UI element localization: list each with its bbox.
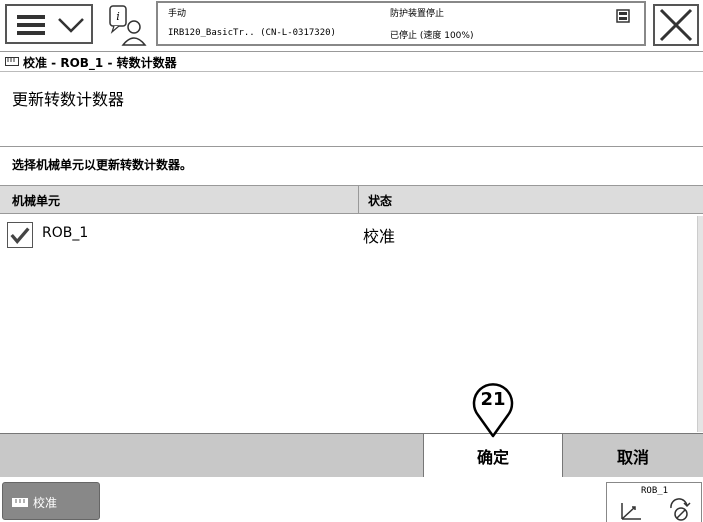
system-name: IRB120_BasicTr.. (CN-L-0317320) xyxy=(168,28,336,38)
svg-text:i: i xyxy=(116,10,120,23)
robot-status-icon[interactable]: i xyxy=(104,3,150,47)
instruction-text: 选择机械单元以更新转数计数器。 xyxy=(12,158,193,172)
table-header: 机械单元 状态 xyxy=(0,186,703,214)
close-icon xyxy=(659,8,693,42)
checkmark-icon xyxy=(10,227,30,244)
taskbar: 校准 xyxy=(0,477,703,522)
column-separator xyxy=(358,186,359,214)
command-bar: 确定 取消 xyxy=(0,433,703,478)
cancel-button[interactable]: 取消 xyxy=(563,434,703,478)
taskbar-tab-label: 校准 xyxy=(33,496,58,510)
mechanical-unit-table: 机械单元 状态 ROB_1 校准 xyxy=(0,185,703,434)
ok-button[interactable]: 确定 xyxy=(423,434,563,478)
divider xyxy=(0,146,703,147)
column-header-unit[interactable]: 机械单元 xyxy=(12,192,60,209)
taskbar-calibration-tab[interactable]: 校准 xyxy=(2,482,100,520)
column-header-status[interactable]: 状态 xyxy=(368,192,392,209)
operating-mode: 手动 xyxy=(168,9,187,19)
calibration-icon xyxy=(12,498,28,507)
calibration-icon xyxy=(5,57,19,66)
quickset-unit-label: ROB_1 xyxy=(641,486,669,496)
run-mode-icon xyxy=(670,498,691,521)
step-number: 21 xyxy=(480,389,506,410)
safety-status: 防护装置停止 xyxy=(390,9,445,19)
unit-checkbox[interactable] xyxy=(7,222,33,248)
status-bar[interactable]: 手动 IRB120_BasicTr.. (CN-L-0317320) 防护装置停… xyxy=(156,1,646,46)
unit-status: 校准 xyxy=(363,227,396,246)
page-title: 更新转数计数器 xyxy=(12,90,125,109)
table-scrollbar[interactable] xyxy=(697,216,703,432)
unit-name: ROB_1 xyxy=(42,225,89,241)
window-title: 校准 - ROB_1 - 转数计数器 xyxy=(23,56,177,70)
hamburger-icon xyxy=(17,15,45,35)
abb-menu-button[interactable] xyxy=(5,4,93,44)
step-marker: 21 xyxy=(471,383,515,439)
message-icon xyxy=(616,9,630,23)
jog-axes-icon xyxy=(621,503,641,520)
window-title-bar: 校准 - ROB_1 - 转数计数器 xyxy=(0,51,703,72)
chevron-down-icon xyxy=(58,18,84,33)
table-row[interactable]: ROB_1 校准 xyxy=(0,216,703,252)
controller-state: 已停止 (速度 100%) xyxy=(390,31,474,41)
top-bar: i 手动 IRB120_BasicTr.. (CN-L-0317320) 防护装… xyxy=(0,0,703,51)
ok-button-label: 确定 xyxy=(476,448,509,467)
cancel-button-label: 取消 xyxy=(616,448,649,467)
close-button[interactable] xyxy=(653,4,699,46)
quickset-button[interactable]: ROB_1 xyxy=(606,482,702,522)
